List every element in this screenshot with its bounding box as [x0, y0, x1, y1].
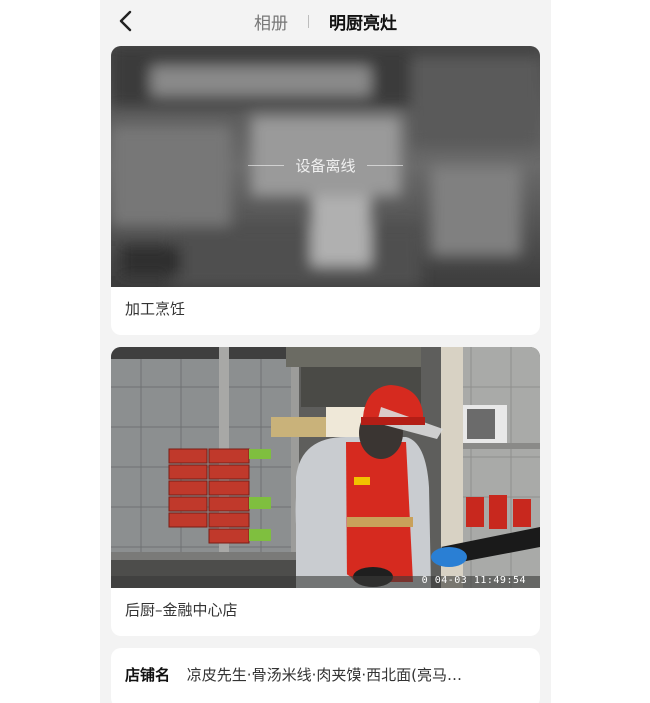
app-screen: 相册 明厨亮灶 设备离线 加工烹饪 0 04-03 11:49:54 后厨–金融…: [100, 0, 551, 703]
top-nav-bar: 相册 明厨亮灶: [100, 0, 551, 42]
tab-open-kitchen[interactable]: 明厨亮灶: [323, 9, 403, 34]
store-name-value: 凉皮先生·骨汤米线·肉夹馍·西北面(亮马…: [186, 666, 462, 684]
store-name-label: 店铺名: [125, 666, 171, 684]
tab-album[interactable]: 相册: [248, 9, 294, 34]
camera-feed-offline[interactable]: 设备离线: [111, 46, 540, 287]
kitchen-feed-image: [111, 347, 540, 588]
camera-card-processing[interactable]: 设备离线 加工烹饪: [111, 46, 540, 335]
offline-status: 设备离线: [295, 157, 356, 175]
camera-card-back-kitchen[interactable]: 0 04-03 11:49:54 后厨–金融中心店: [111, 347, 540, 636]
feed-timestamp: 0 04-03 11:49:54: [421, 575, 526, 586]
store-name-row: 店铺名 凉皮先生·骨汤米线·肉夹馍·西北面(亮马…: [125, 664, 462, 685]
camera-name: 加工烹饪: [125, 300, 186, 318]
tab-switcher: 相册 明厨亮灶: [100, 0, 551, 42]
store-info-card: 店铺名 凉皮先生·骨汤米线·肉夹馍·西北面(亮马…: [111, 648, 540, 703]
camera-name: 后厨–金融中心店: [125, 601, 238, 619]
camera-feed-live[interactable]: 0 04-03 11:49:54: [111, 347, 540, 588]
tab-divider: [308, 14, 309, 28]
